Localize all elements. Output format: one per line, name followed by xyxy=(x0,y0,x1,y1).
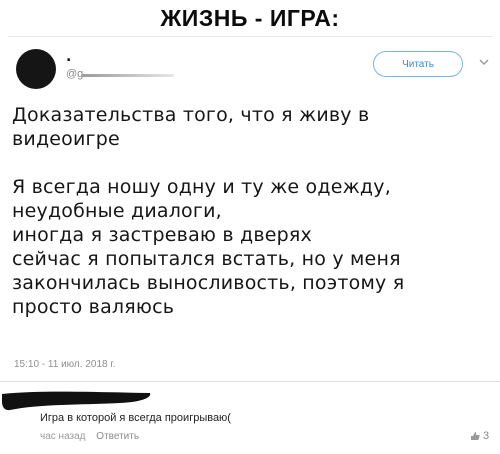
reply-text: Игра в которой я всегда проигрываю( xyxy=(40,412,231,424)
author-handle[interactable]: @g xyxy=(66,68,83,80)
tweet-line: закончилась выносливость, поэтому я xyxy=(12,272,405,294)
tweet-card: . @g Читать Доказательства того, что я ж… xyxy=(8,36,492,385)
reply-meta: час назад Ответить xyxy=(40,431,147,442)
reply-time: час назад xyxy=(40,431,86,442)
page-headline: ЖИЗНЬ - ИГРА: xyxy=(160,5,340,31)
tweet-line: неудобные диалоги, xyxy=(12,200,222,222)
like-button[interactable]: 3 xyxy=(470,430,489,442)
read-button[interactable]: Читать xyxy=(373,51,463,77)
reply-button[interactable]: Ответить xyxy=(96,431,139,442)
tweet-line: иногда я застреваю в дверях xyxy=(12,224,312,246)
tweet-body: Доказательства того, что я живу в видеои… xyxy=(12,103,482,319)
divider xyxy=(0,381,500,382)
like-count: 3 xyxy=(483,430,490,442)
tweet-line: сейчас я попытался встать, но у меня xyxy=(12,248,401,270)
chevron-down-icon[interactable] xyxy=(478,56,490,68)
tweet-line: просто валяюсь xyxy=(12,296,175,318)
tweet-line: Я всегда ношу одну и ту же одежду, xyxy=(12,176,391,198)
reply-author-redaction xyxy=(2,391,151,411)
tweet-timestamp[interactable]: 15:10 - 11 июл. 2018 г. xyxy=(14,359,116,370)
handle-redaction xyxy=(82,74,174,77)
avatar[interactable] xyxy=(16,49,56,89)
author-name[interactable]: . xyxy=(66,49,71,65)
tweet-paragraph: Доказательства того, что я живу в видеои… xyxy=(12,104,370,150)
like-icon xyxy=(471,432,480,440)
